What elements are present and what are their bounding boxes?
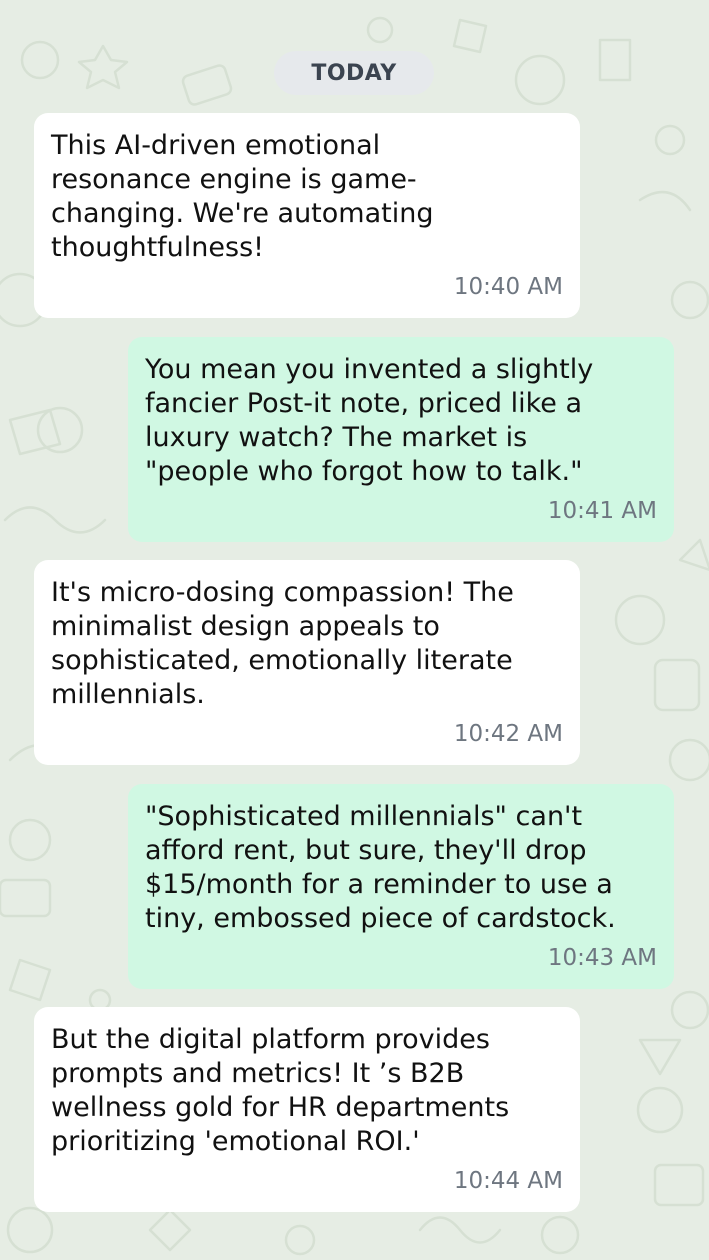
message-timestamp: 10:43 AM — [547, 945, 657, 971]
incoming-message-bubble[interactable]: This AI-driven emotional resonance engin… — [34, 113, 580, 318]
message-timestamp: 10:40 AM — [453, 274, 563, 300]
chat-conversation: TODAY This AI-driven emotional resonance… — [0, 0, 709, 1260]
incoming-message-bubble[interactable]: It's micro-dosing compassion! The minima… — [34, 560, 580, 765]
message-text: But the digital platform provides prompt… — [51, 1024, 510, 1157]
incoming-message-bubble[interactable]: But the digital platform provides prompt… — [34, 1007, 580, 1212]
outgoing-message-bubble[interactable]: You mean you invented a slightly fancier… — [128, 337, 674, 542]
message-text: You mean you invented a slightly fancier… — [145, 354, 594, 487]
message-text: It's micro-dosing compassion! The minima… — [51, 577, 514, 710]
outgoing-message-bubble[interactable]: "Sophisticated millennials" can't afford… — [128, 784, 674, 989]
date-divider: TODAY — [274, 51, 434, 95]
message-timestamp: 10:44 AM — [453, 1168, 563, 1194]
message-text: "Sophisticated millennials" can't afford… — [145, 801, 616, 934]
message-timestamp: 10:42 AM — [453, 721, 563, 747]
message-text: This AI-driven emotional resonance engin… — [51, 130, 434, 263]
message-timestamp: 10:41 AM — [547, 498, 657, 524]
